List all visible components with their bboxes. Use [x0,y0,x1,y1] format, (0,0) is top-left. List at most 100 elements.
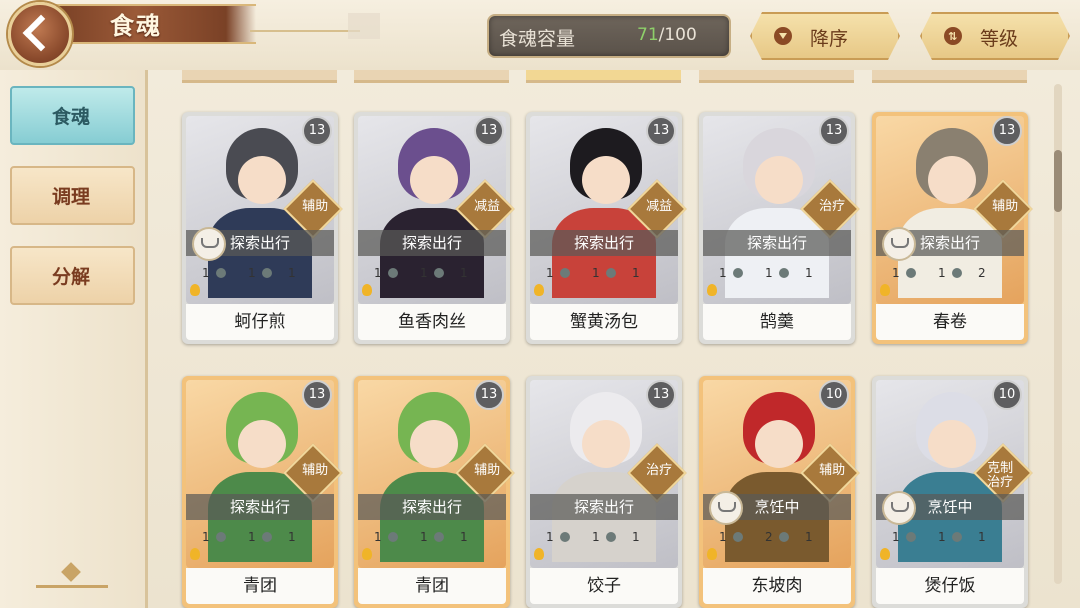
stat-value: 1 [460,530,468,544]
status-bar: 探索出行 [186,494,334,520]
status-bar: 探索出行 [358,494,506,520]
row-edge [182,70,337,83]
stat-row: 1 1 1 [186,526,334,548]
stat-value: 1 [592,530,600,544]
scrollbar-thumb[interactable] [1054,150,1062,212]
soul-card[interactable]: 10 辅助 烹饪中 1 2 1 东坡肉 [699,376,860,608]
stat-drop-icon [606,268,616,278]
level-badge: 13 [646,116,676,146]
sort-arrows-icon: ⇅ [944,27,962,45]
status-bar: 探索出行 [186,227,334,261]
character-name: 饺子 [530,568,678,604]
stat-dot-icon [906,532,916,542]
role-label: 治疗 [646,462,673,478]
level-badge: 13 [646,380,676,410]
character-name: 蚵仔煎 [186,304,334,340]
bowl-icon [192,227,226,261]
stat-dot-icon [560,532,570,542]
soul-card[interactable]: 13 辅助 探索出行 1 1 1 青团 [182,376,343,608]
role-label: 减益 [474,198,501,214]
stat-drop-icon [952,532,962,542]
soul-card[interactable]: 13 辅助 探索出行 1 1 2 春卷 [872,112,1033,344]
chevron-left-icon [22,14,60,52]
flame-icon [707,284,717,296]
tab-dismantle[interactable]: 分解 [10,246,135,305]
role-label: 克制 治疗 [987,460,1014,490]
stat-value: 1 [805,530,813,544]
stat-value: 1 [248,266,256,280]
top-bar: 食魂 食魂容量 71/100 降序 ⇅ 等级 [0,0,1080,70]
flame-icon [534,284,544,296]
soul-card[interactable]: 13 辅助 探索出行 1 1 1 青团 [354,376,515,608]
title-divider [250,30,360,32]
stat-drop-icon [779,268,789,278]
stat-value: 1 [374,266,382,280]
character-name: 蟹黄汤包 [530,304,678,340]
stat-dot-icon [388,532,398,542]
stat-value: 1 [592,266,600,280]
sort-order-label: 降序 [810,28,849,50]
stat-dot-icon [733,532,743,542]
stat-value: 2 [978,266,986,280]
stat-value: 1 [632,266,640,280]
status-label: 探索出行 [401,234,462,252]
sort-key-button[interactable]: ⇅ 等级 [920,12,1070,60]
level-badge: 13 [474,380,504,410]
stat-drop-icon [606,532,616,542]
capacity-display: 食魂容量 71/100 [487,14,731,58]
status-label: 探索出行 [401,498,462,516]
stat-value: 1 [546,530,554,544]
status-bar: 探索出行 [876,227,1024,261]
character-name: 青团 [358,568,506,604]
row-edge [872,70,1027,83]
stat-row: 1 1 1 [703,262,851,284]
character-name: 春卷 [876,304,1024,340]
sort-order-button[interactable]: 降序 [750,12,900,60]
status-label: 探索出行 [919,234,980,252]
stat-row: 1 1 1 [530,262,678,284]
stat-drop-icon [434,532,444,542]
stat-value: 1 [288,530,296,544]
status-bar: 探索出行 [703,230,851,256]
capacity-label: 食魂容量 [499,28,576,50]
page-title: 食魂 [110,12,162,40]
soul-card[interactable]: 13 减益 探索出行 1 1 1 鱼香肉丝 [354,112,515,344]
tab-cooking[interactable]: 调理 [10,166,135,225]
soul-card[interactable]: 13 辅助 探索出行 1 1 1 蚵仔煎 [182,112,343,344]
character-face [238,420,286,468]
stat-row: 1 1 2 [876,262,1024,284]
soul-card[interactable]: 10 克制 治疗 烹饪中 1 1 1 煲仔饭 [872,376,1033,608]
stat-value: 1 [719,530,727,544]
character-name: 鱼香肉丝 [358,304,506,340]
stat-value: 1 [765,266,773,280]
tab-label: 调理 [52,186,91,208]
back-button[interactable] [8,2,72,66]
soul-card[interactable]: 13 治疗 探索出行 1 1 1 饺子 [526,376,687,608]
role-label: 辅助 [302,198,329,214]
stat-value: 1 [420,266,428,280]
row-edge [354,70,509,83]
stat-value: 1 [892,530,900,544]
status-bar: 探索出行 [358,230,506,256]
stat-drop-icon [262,532,272,542]
role-label: 辅助 [302,462,329,478]
character-face [238,156,286,204]
status-label: 探索出行 [229,234,290,252]
status-bar: 探索出行 [530,494,678,520]
status-label: 烹饪中 [927,498,973,516]
stat-row: 1 1 1 [186,262,334,284]
level-badge: 10 [992,380,1022,410]
soul-grid: 13 辅助 探索出行 1 1 1 蚵仔煎 13 减益 探索出行 1 1 1 鱼香… [148,70,1080,608]
stat-row: 1 1 1 [530,526,678,548]
role-label: 治疗 [819,198,846,214]
tab-soul[interactable]: 食魂 [10,86,135,145]
soul-card[interactable]: 13 减益 探索出行 1 1 1 蟹黄汤包 [526,112,687,344]
capacity-value: 71/100 [637,25,697,45]
status-label: 探索出行 [746,234,807,252]
stat-row: 1 1 1 [876,526,1024,548]
stat-dot-icon [216,268,226,278]
level-badge: 13 [474,116,504,146]
stat-value: 1 [938,266,946,280]
status-bar: 烹饪中 [876,491,1024,525]
soul-card[interactable]: 13 治疗 探索出行 1 1 1 鹄羹 [699,112,860,344]
